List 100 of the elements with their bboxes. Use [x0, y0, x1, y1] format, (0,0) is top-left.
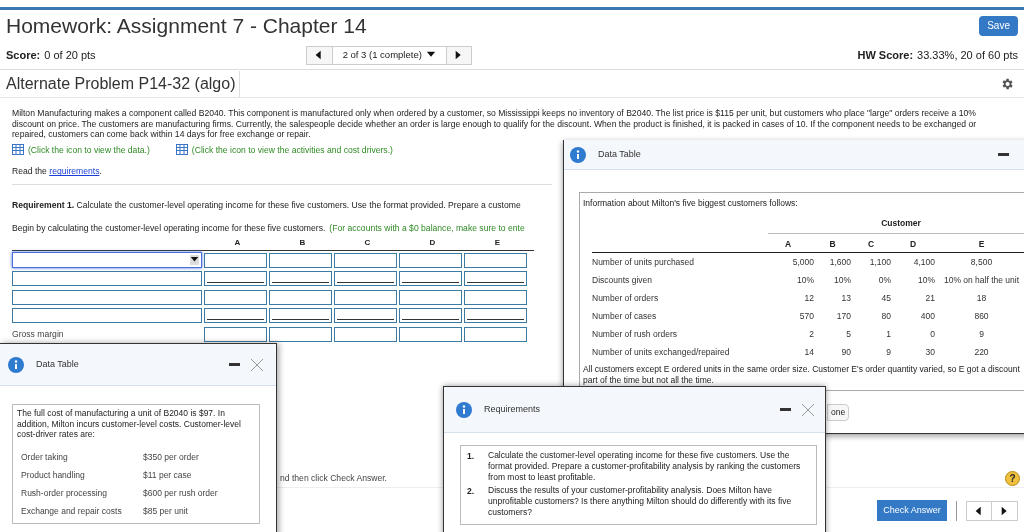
account-dropdown[interactable]: [12, 252, 202, 269]
amount-field[interactable]: [334, 252, 397, 268]
page-title: Homework: Assignment 7 - Chapter 14: [6, 12, 367, 39]
amount-field[interactable]: [334, 326, 397, 342]
table-icon[interactable]: [175, 144, 188, 156]
column-header: B: [828, 237, 837, 251]
column-header: D: [908, 237, 918, 251]
table-cell-text: 12: [803, 291, 814, 305]
problem-title: Alternate Problem P14-32 (algo): [0, 70, 241, 97]
activity-label: Product handling: [21, 469, 86, 482]
row-label: Number of units purchased: [592, 255, 696, 269]
amount-field[interactable]: [204, 308, 267, 324]
hw-score-value: 33.33%, 20 of 60 pts: [917, 47, 1018, 63]
row-label: Discounts given: [592, 273, 653, 287]
score-value: 0 of 20 pts: [44, 47, 96, 63]
amount-field[interactable]: [204, 271, 267, 287]
info-icon: [8, 356, 24, 373]
previous-question-button[interactable]: [306, 46, 333, 64]
amount-field[interactable]: [464, 252, 527, 268]
amount-field[interactable]: [269, 271, 332, 287]
check-answer-button[interactable]: Check Answer: [877, 500, 947, 521]
info-icon: [570, 146, 586, 163]
table-cell-text: 9: [885, 345, 891, 359]
amount-field[interactable]: [464, 271, 527, 287]
data-link[interactable]: (Click the icon to view the activities and cost drivers.): [191, 143, 393, 157]
rate-value: $85 per unit: [143, 505, 188, 518]
table-cell-text: 30: [924, 345, 935, 359]
amount-field[interactable]: [399, 308, 462, 324]
problem-description: Milton Manufacturing makes a component called B2040. This component is manufactured only when ordered by a customer, so Mississippi keeps no inventory of B2040. The list price is $115 per unit, but customers who place "large" orders receive a 10% discount on price. The customers are manufacturing firms. Currently, the salespeople decide whether an order is large enough to qualify for the discount. When the product is finished, it is packed in cases of 10. If the component needs to be exchanged or repaired, customers can come back within 14 days for free exchange or repair.: [12, 108, 978, 140]
hw-score-label: HW Score:: [857, 47, 914, 63]
table-cell-text: 570: [798, 309, 814, 323]
account-field[interactable]: [12, 308, 202, 324]
amount-field[interactable]: [334, 289, 397, 305]
amount-field[interactable]: [334, 308, 397, 324]
amount-field[interactable]: [269, 326, 332, 342]
done-button[interactable]: one: [827, 404, 850, 421]
next-question-button[interactable]: [446, 46, 471, 64]
dialog-title: Data Table: [598, 147, 641, 161]
dialog-title: Requirements: [484, 402, 541, 416]
table-cell-text: 220: [973, 345, 990, 359]
column-header: A: [783, 237, 793, 251]
column-header: C: [363, 237, 372, 250]
activity-label: Rush-order processing: [21, 487, 108, 500]
amount-field[interactable]: [464, 326, 527, 342]
read-requirements-text: Read the requirements.: [12, 165, 552, 186]
table-cell-text: 1: [885, 327, 891, 341]
amount-field[interactable]: [334, 271, 397, 287]
table-cell-text: 1,600: [828, 255, 851, 269]
table-cell-text: 5,000: [791, 255, 814, 269]
table-cell-text: 170: [835, 309, 851, 323]
requirement-item: Discuss the results of your customer-profitability analysis. Does Milton have unprofitable customers? Is there anything Milton should do differently with its five customers?: [488, 485, 793, 518]
cost-intro: The full cost of manufacturing a unit of B2040 is $97. In addition, Milton incurs customer-level costs. Customer-level cost-driver rates are:: [17, 408, 242, 440]
group-header: Customer: [768, 216, 1024, 234]
table-cell-text: 0%: [877, 273, 891, 287]
amount-field[interactable]: [399, 252, 462, 268]
table-cell-text: 10% on half the unit: [942, 273, 1021, 287]
table-cell-text: 90: [840, 345, 851, 359]
row-label: Gross margin: [12, 327, 65, 341]
column-header: E: [977, 237, 986, 251]
table-cell-text: 13: [840, 291, 851, 305]
help-icon[interactable]: ?: [1005, 471, 1020, 486]
table-cell-text: 45: [880, 291, 891, 305]
table-cell-text: 2: [808, 327, 814, 341]
table-cell-text: 0: [929, 327, 935, 341]
instruction-hint: (For accounts with a $0 balance, make sure to ente: [329, 222, 525, 236]
table-cell-text: 9: [978, 327, 985, 341]
table-cell-text: 4,100: [912, 255, 935, 269]
row-label: Number of rush orders: [592, 327, 679, 341]
table-cell-text: 18: [975, 291, 988, 305]
close-icon[interactable]: [250, 357, 264, 372]
table-cell-text: 400: [919, 309, 935, 323]
row-label: Number of orders: [592, 291, 660, 305]
account-field[interactable]: [12, 271, 202, 287]
close-icon[interactable]: [801, 402, 815, 417]
amount-field[interactable]: [399, 326, 462, 342]
amount-field[interactable]: [204, 289, 267, 305]
amount-field[interactable]: [204, 326, 267, 342]
item-number: 2.: [467, 485, 476, 498]
column-header: E: [493, 237, 502, 250]
data-intro: Information about Milton's five biggest customers follows:: [583, 197, 799, 210]
left-arrow-icon: [974, 504, 984, 517]
amount-field[interactable]: [204, 252, 267, 268]
table-cell-text: 10%: [833, 273, 851, 287]
row-label: Number of units exchanged/repaired: [592, 345, 731, 359]
amount-field[interactable]: [399, 289, 462, 305]
table-icon[interactable]: [12, 144, 24, 156]
amount-field[interactable]: [464, 308, 527, 324]
column-header: B: [298, 237, 307, 250]
save-button[interactable]: Save: [979, 15, 1018, 36]
rate-value: $11 per case: [143, 469, 192, 482]
amount-field[interactable]: [464, 289, 527, 305]
amount-field[interactable]: [399, 271, 462, 287]
account-field[interactable]: [12, 289, 202, 305]
info-icon: [456, 401, 472, 418]
amount-field[interactable]: [269, 252, 332, 268]
amount-field[interactable]: [269, 289, 332, 305]
data-link[interactable]: (Click the icon to view the data.): [28, 143, 150, 157]
amount-field[interactable]: [269, 308, 332, 324]
item-number: 1.: [467, 450, 476, 463]
settings-icon[interactable]: [1000, 76, 1014, 91]
